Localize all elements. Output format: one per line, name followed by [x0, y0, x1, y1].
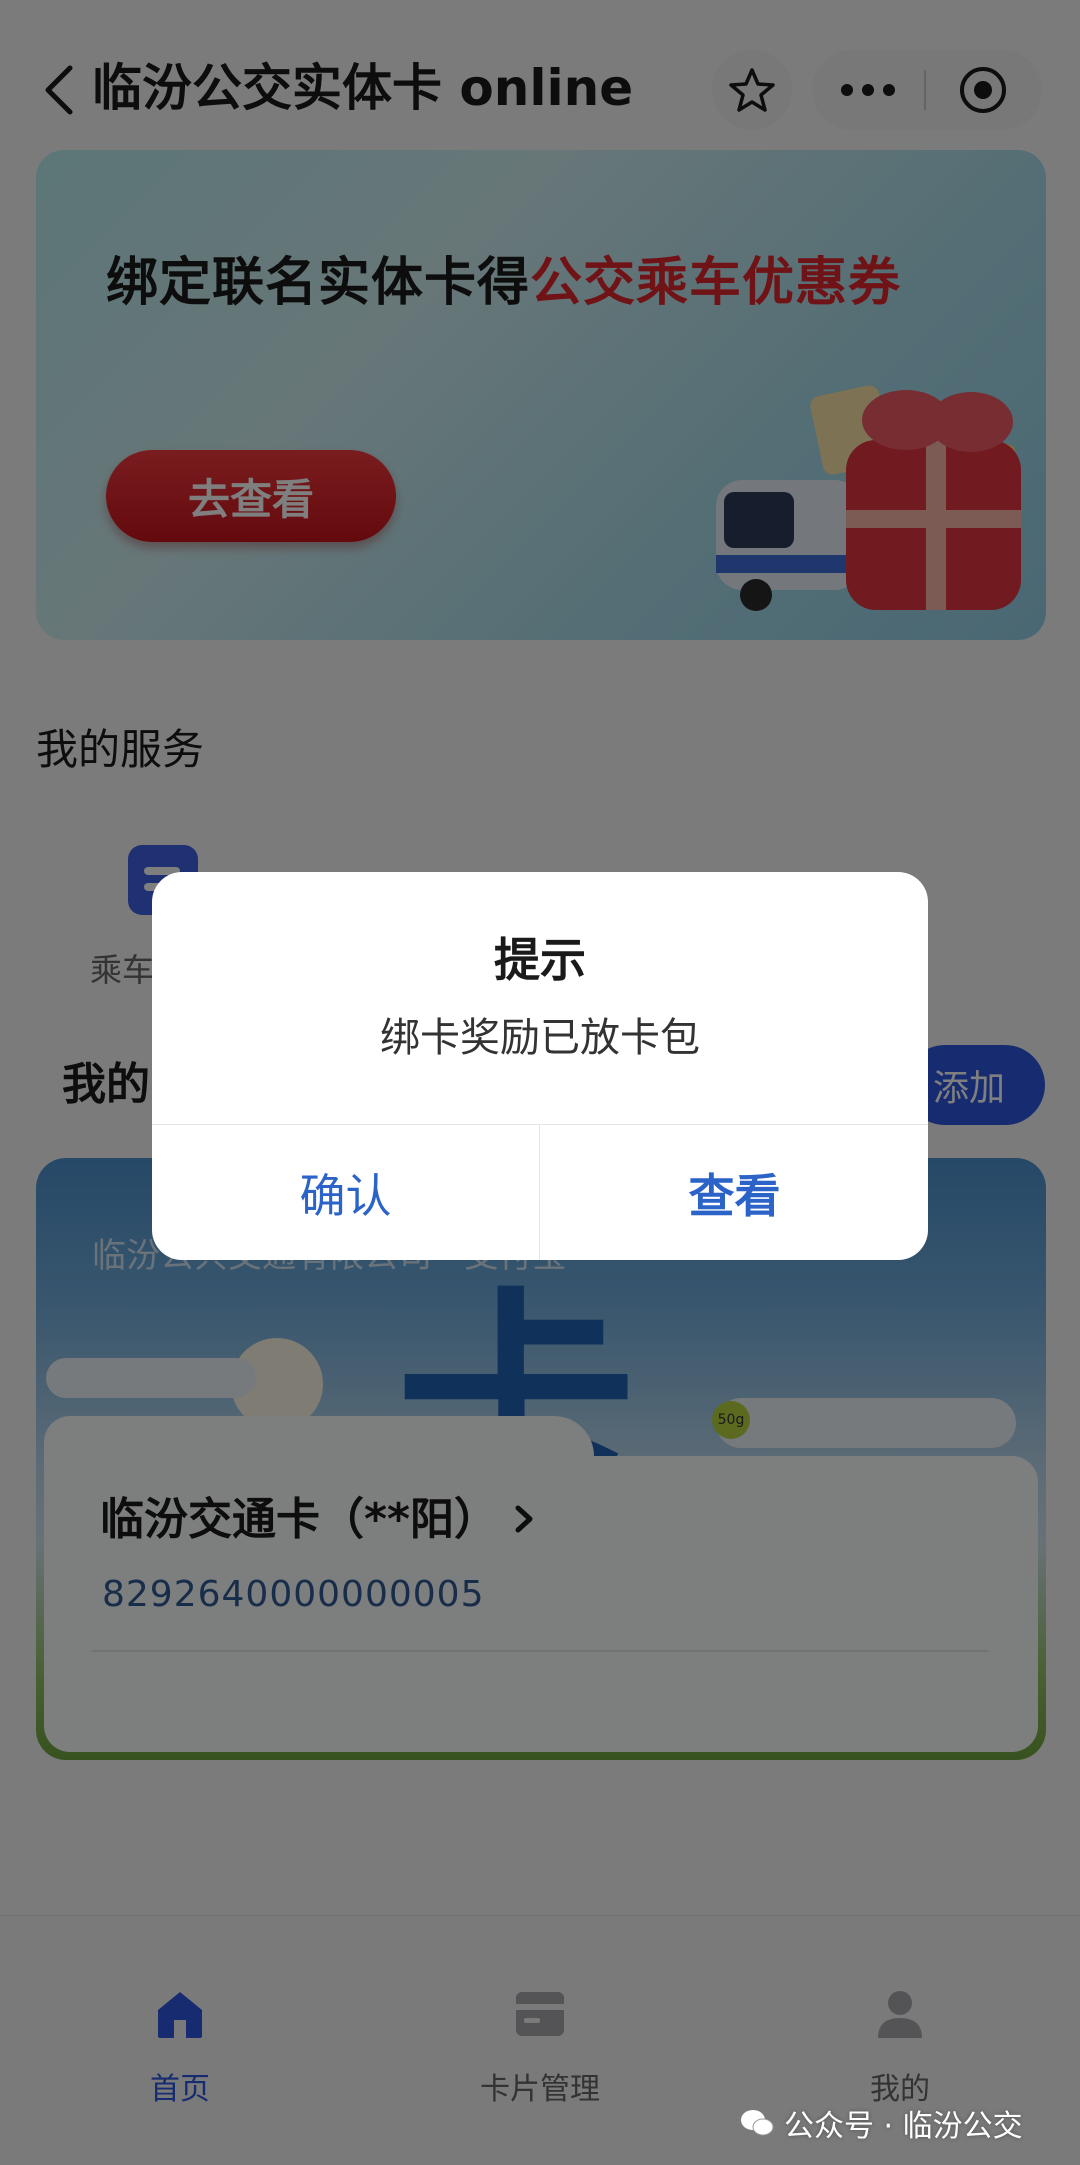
watermark-text: 公众号 · 临汾公交 [784, 2109, 1023, 2144]
view-button[interactable]: 查看 [541, 1125, 928, 1260]
confirm-button[interactable]: 确认 [152, 1125, 539, 1260]
dialog-message: 绑卡奖励已放卡包 [380, 1015, 700, 1061]
app-page: 临汾公交实体卡 online 绑定联名实体卡得公交乘车优惠券 [0, 0, 1080, 2165]
dialog-button-divider [539, 1124, 540, 1260]
wechat-logo-icon [741, 2110, 774, 2136]
wechat-watermark: 公众号 · 临汾公交 [740, 2098, 1023, 2148]
alert-dialog: 提示 绑卡奖励已放卡包 确认 查看 [152, 872, 928, 1260]
dialog-title: 提示 [494, 933, 586, 987]
